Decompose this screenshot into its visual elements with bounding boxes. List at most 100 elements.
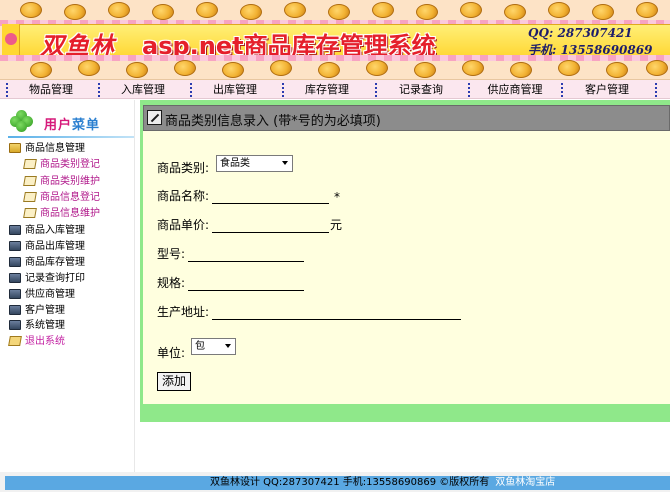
- candy-icon: [414, 62, 436, 78]
- sidebar-item-label: 商品出库管理: [25, 241, 85, 252]
- candy-icon: [646, 60, 668, 76]
- footer-shop-link[interactable]: 双鱼林淘宝店: [495, 477, 555, 488]
- sidebar-title: 用户菜单: [44, 114, 100, 133]
- nav-item-suppliers[interactable]: 供应商管理: [472, 80, 558, 99]
- sidebar-item-label: 退出系统: [25, 336, 65, 347]
- exit-icon: [8, 336, 22, 346]
- name-label: 商品名称:: [157, 189, 210, 203]
- candy-icon: [174, 60, 196, 76]
- sidebar-header: 用户菜单: [4, 106, 134, 138]
- candy-icon: [152, 4, 174, 20]
- sidebar-item-label: 系统管理: [25, 320, 65, 331]
- sidebar-item-label: 客户管理: [25, 305, 65, 316]
- sidebar-item-suppliers[interactable]: 供应商管理: [0, 287, 130, 302]
- banner-flower-icon: [2, 24, 20, 58]
- sidebar-item-label: 商品入库管理: [25, 225, 85, 236]
- footer-copyright-text: 双鱼林设计 QQ:287307421 手机:13558690869 ©版权所有: [210, 477, 490, 488]
- candy-icon: [548, 2, 570, 18]
- nav-separator: [190, 83, 192, 97]
- sidebar-item-category-register[interactable]: 商品类别登记: [0, 157, 130, 172]
- candy-icon: [636, 2, 658, 18]
- nav-separator: [6, 83, 8, 97]
- book-icon: [9, 241, 21, 251]
- sidebar-item-logout[interactable]: 退出系统: [0, 334, 130, 349]
- origin-label: 生产地址:: [157, 305, 210, 319]
- document-icon: [23, 176, 37, 186]
- nav-item-stock-out[interactable]: 出库管理: [194, 80, 276, 99]
- banner-candy-row-bottom: [0, 58, 670, 79]
- book-icon: [9, 257, 21, 267]
- nav-item-inventory[interactable]: 库存管理: [286, 80, 368, 99]
- candy-icon: [20, 2, 42, 18]
- candy-icon: [366, 60, 388, 76]
- unit-select[interactable]: 包: [191, 338, 236, 355]
- category-label: 商品类别:: [157, 161, 210, 175]
- sidebar-item-label: 商品信息维护: [40, 208, 100, 219]
- sidebar-item-system[interactable]: 系统管理: [0, 318, 130, 333]
- sidebar-item-label: 供应商管理: [25, 289, 75, 300]
- book-icon: [9, 289, 21, 299]
- nav-separator: [282, 83, 284, 97]
- nav-item-stock-in[interactable]: 入库管理: [102, 80, 184, 99]
- sidebar-item-label: 记录查询打印: [25, 273, 85, 284]
- model-input[interactable]: [188, 248, 304, 262]
- chevron-down-icon: [282, 161, 288, 165]
- add-button[interactable]: 添加: [157, 372, 191, 391]
- sidebar-item-label: 商品信息管理: [25, 143, 85, 154]
- sidebar-title-underline: [8, 136, 134, 138]
- model-label: 型号:: [157, 247, 186, 261]
- spec-input[interactable]: [188, 277, 304, 291]
- candy-icon: [504, 4, 526, 20]
- nav-item-goods[interactable]: 物品管理: [10, 80, 92, 99]
- candy-icon: [558, 60, 580, 76]
- name-input[interactable]: [212, 190, 329, 204]
- candy-icon: [462, 60, 484, 76]
- folder-open-icon: [9, 143, 21, 153]
- candy-icon: [30, 62, 52, 78]
- sidebar: 用户菜单 商品信息管理 商品类别登记 商品类别维护 商品信息登记 商品信息维护 …: [0, 100, 135, 472]
- book-icon: [9, 225, 21, 235]
- banner-qq: QQ: 287307421: [528, 26, 633, 40]
- origin-input[interactable]: [212, 306, 461, 320]
- price-unit: 元: [330, 218, 343, 232]
- candy-icon: [592, 4, 614, 20]
- sidebar-item-customers[interactable]: 客户管理: [0, 303, 130, 318]
- nav-separator: [468, 83, 470, 97]
- sidebar-item-stock-in[interactable]: 商品入库管理: [0, 223, 130, 238]
- candy-icon: [78, 60, 100, 76]
- sidebar-title-part2: 菜单: [72, 118, 101, 133]
- candy-icon: [510, 62, 532, 78]
- candy-icon: [108, 2, 130, 18]
- candy-icon: [240, 4, 262, 20]
- document-icon: [23, 192, 37, 202]
- candy-icon: [270, 60, 292, 76]
- candy-icon: [606, 62, 628, 78]
- sidebar-item-label: 商品库存管理: [25, 257, 85, 268]
- price-label: 商品单价:: [157, 218, 210, 232]
- required-marker: *: [334, 190, 340, 204]
- nav-item-customers[interactable]: 客户管理: [565, 80, 649, 99]
- footer-copyright: 双鱼林设计 QQ:287307421 手机:13558690869 ©版权所有双…: [210, 476, 555, 490]
- sidebar-item-goods-info[interactable]: 商品信息管理: [0, 141, 130, 156]
- sidebar-item-inventory[interactable]: 商品库存管理: [0, 255, 130, 270]
- price-input[interactable]: [212, 219, 329, 233]
- sidebar-item-category-maintain[interactable]: 商品类别维护: [0, 174, 130, 189]
- sidebar-item-goods-register[interactable]: 商品信息登记: [0, 190, 130, 205]
- sidebar-item-records-print[interactable]: 记录查询打印: [0, 271, 130, 286]
- candy-icon: [126, 62, 148, 78]
- unit-select-value: 包: [195, 341, 205, 352]
- category-select[interactable]: 食品类: [216, 155, 293, 172]
- document-icon: [23, 159, 37, 169]
- sidebar-item-label: 商品信息登记: [40, 192, 100, 203]
- sidebar-item-goods-maintain[interactable]: 商品信息维护: [0, 206, 130, 221]
- book-icon: [9, 320, 21, 330]
- edit-icon: [147, 110, 162, 125]
- sidebar-title-part1: 用户: [44, 118, 73, 133]
- candy-icon: [222, 62, 244, 78]
- candy-icon: [64, 4, 86, 20]
- sidebar-item-label: 商品类别登记: [40, 159, 100, 170]
- sidebar-item-stock-out[interactable]: 商品出库管理: [0, 239, 130, 254]
- candy-icon: [318, 62, 340, 78]
- nav-item-records[interactable]: 记录查询: [379, 80, 463, 99]
- chevron-down-icon: [225, 344, 231, 348]
